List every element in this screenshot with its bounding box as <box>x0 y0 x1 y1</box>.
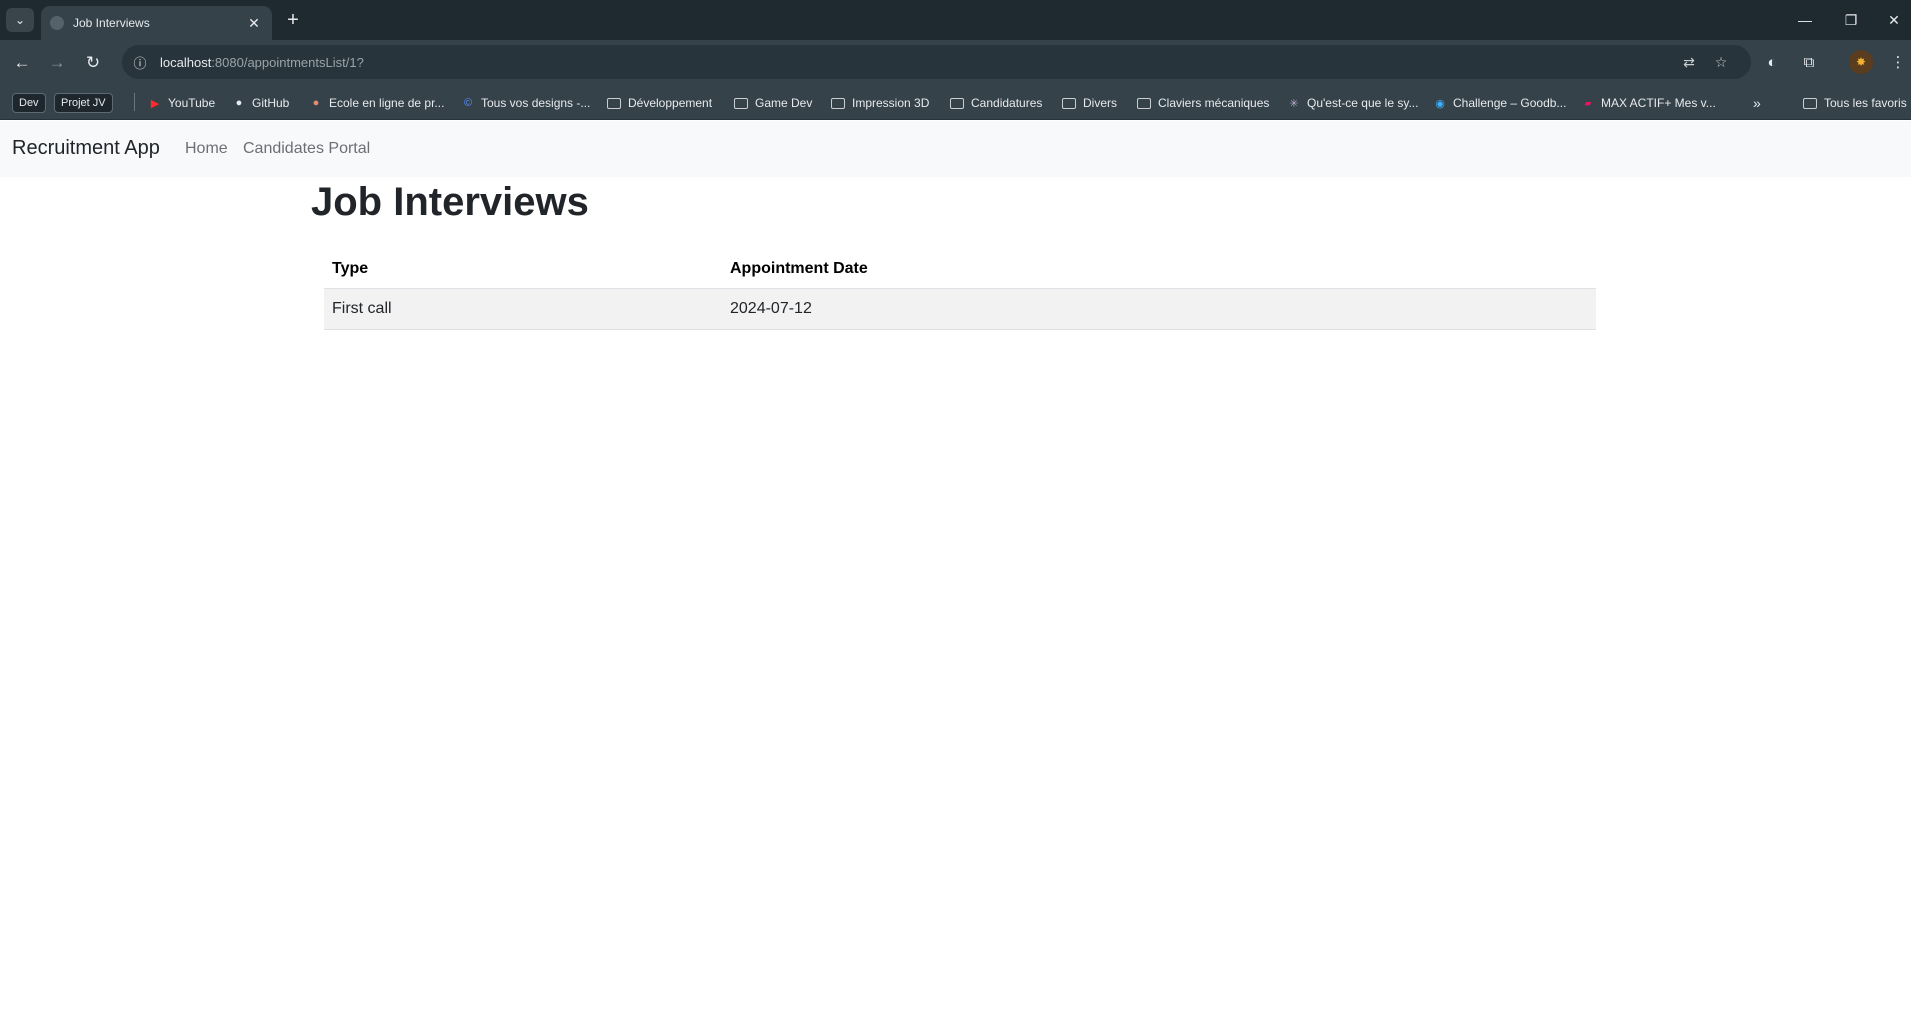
school-icon: ● <box>312 97 320 109</box>
arrow-right-icon: → <box>48 53 66 72</box>
bookmark-label: MAX ACTIF+ Mes v... <box>1601 96 1716 110</box>
bookmark-label: Tous les favoris <box>1824 96 1907 110</box>
bookmark-label: Divers <box>1083 96 1118 110</box>
close-window-button[interactable]: ✕ <box>1874 6 1911 34</box>
url-text[interactable]: localhost:8080/appointmentsList/1? <box>160 55 364 70</box>
bookmark-github[interactable]: ● GitHub <box>232 93 290 113</box>
edge-icon: ◉ <box>1435 97 1445 110</box>
folder-icon <box>1803 97 1817 109</box>
profile-avatar-icon[interactable]: ✸ <box>1849 50 1873 74</box>
github-icon: ● <box>235 97 243 109</box>
folder-icon <box>1137 97 1151 109</box>
extensions-puzzle-icon[interactable]: ⧉ <box>1797 50 1821 74</box>
chevron-down-icon: ⌄ <box>14 13 26 27</box>
bookmark-label: Impression 3D <box>852 96 930 110</box>
cell-type: First call <box>332 300 392 317</box>
bookmark-youtube[interactable]: ▶ YouTube <box>148 93 215 113</box>
bookmark-label: Dev <box>12 93 46 113</box>
bookmark-ecole[interactable]: ● Ecole en ligne de pr... <box>309 93 445 113</box>
browser-toolbar: ← → ↻ ⓘ localhost:8080/appointmentsList/… <box>0 40 1911 85</box>
bookmarks-divider <box>134 93 135 111</box>
new-tab-button[interactable]: + <box>282 9 304 31</box>
bookmark-folder-impression[interactable]: Impression 3D <box>831 93 929 113</box>
bookmark-folder-divers[interactable]: Divers <box>1062 93 1117 113</box>
folder-icon <box>950 97 964 109</box>
bookmark-label: Ecole en ligne de pr... <box>329 96 445 110</box>
folder-icon <box>734 97 748 109</box>
bookmark-max[interactable]: ▰ MAX ACTIF+ Mes v... <box>1581 93 1716 113</box>
bookmark-label: YouTube <box>168 96 216 110</box>
bookmark-quest[interactable]: ✳ Qu'est-ce que le sy... <box>1287 93 1418 113</box>
double-chevron-right-icon: » <box>1753 95 1761 111</box>
url-host: localhost <box>160 54 212 70</box>
bookmark-label: Qu'est-ce que le sy... <box>1307 96 1419 110</box>
address-bar[interactable]: ⓘ localhost:8080/appointmentsList/1? ⇄ ☆ <box>122 45 1751 79</box>
bookmark-designs[interactable]: © Tous vos designs -... <box>461 93 590 113</box>
sparkle-icon: ✳ <box>1289 97 1299 110</box>
restore-icon: ❐ <box>1844 11 1858 28</box>
bookmark-folder-tous-favoris[interactable]: Tous les favoris <box>1803 93 1907 113</box>
tab-strip: ⌄ Job Interviews ✕ + — ❐ ✕ <box>0 0 1911 40</box>
restore-button[interactable]: ❐ <box>1831 6 1871 34</box>
globe-icon <box>50 16 64 30</box>
cell-appointment-date: 2024-07-12 <box>730 300 812 317</box>
nav-link-home[interactable]: Home <box>185 140 228 158</box>
tab-active[interactable]: Job Interviews ✕ <box>41 6 272 40</box>
navbar-brand[interactable]: Recruitment App <box>12 137 160 160</box>
bookmark-challenge[interactable]: ◉ Challenge – Goodb... <box>1433 93 1566 113</box>
bookmarks-bar: Dev Projet JV ▶ YouTube ● GitHub ● Ecole en… <box>0 85 1911 120</box>
menu-kebab-icon[interactable]: ⋮ <box>1886 50 1910 74</box>
youtube-icon: ▶ <box>150 97 160 110</box>
folder-icon <box>607 97 621 109</box>
close-icon: ✕ <box>1888 11 1900 28</box>
nav-link-candidates-portal[interactable]: Candidates Portal <box>243 140 370 158</box>
bookmark-label: Game Dev <box>755 96 813 110</box>
bookmark-label: Projet JV <box>54 93 113 113</box>
table-header-row: Type Appointment Date <box>324 249 1596 289</box>
minimize-button[interactable]: — <box>1785 6 1825 34</box>
bookmark-folder-claviers[interactable]: Claviers mécaniques <box>1137 93 1269 113</box>
bookmark-label: Claviers mécaniques <box>1158 96 1270 110</box>
reload-icon: ↻ <box>85 53 101 72</box>
extension-toggle-icon[interactable]: ◐ <box>1760 50 1784 74</box>
close-icon[interactable]: ✕ <box>244 13 264 33</box>
star-icon[interactable]: ☆ <box>1710 52 1732 72</box>
interviews-table: Type Appointment Date First call 2024-07… <box>324 249 1596 330</box>
app-navbar: Recruitment App Home Candidates Portal <box>0 121 1911 177</box>
bookmark-dev[interactable]: Dev <box>12 93 46 113</box>
bookmark-folder-candidatures[interactable]: Candidatures <box>950 93 1042 113</box>
arrow-left-icon: ← <box>13 53 31 72</box>
minimize-icon: — <box>1798 12 1812 28</box>
column-header-type: Type <box>332 259 369 277</box>
reload-button[interactable]: ↻ <box>80 50 106 76</box>
forward-button[interactable]: → <box>44 50 70 76</box>
plus-icon: + <box>287 8 299 31</box>
folder-icon <box>1062 97 1076 109</box>
bookmark-label: GitHub <box>252 96 290 110</box>
page-title: Job Interviews <box>311 180 589 224</box>
table-row: First call 2024-07-12 <box>324 289 1596 330</box>
bookmark-label: Candidatures <box>971 96 1043 110</box>
tab-title: Job Interviews <box>73 16 150 30</box>
bookmark-folder-game-dev[interactable]: Game Dev <box>734 93 812 113</box>
bookmark-folder-developpement[interactable]: Développement <box>607 93 712 113</box>
bookmark-label: Challenge – Goodb... <box>1453 96 1567 110</box>
bookmark-projet-jv[interactable]: Projet JV <box>54 93 113 113</box>
column-header-appointment-date: Appointment Date <box>730 259 868 277</box>
back-button[interactable]: ← <box>9 50 35 76</box>
canva-icon: © <box>463 97 473 109</box>
translate-icon[interactable]: ⇄ <box>1678 52 1700 72</box>
url-path: :8080/appointmentsList/1? <box>211 54 364 70</box>
bookmarks-overflow-button[interactable]: » <box>1753 93 1761 113</box>
folder-icon <box>831 97 845 109</box>
bookmark-label: Développement <box>628 96 713 110</box>
bookmark-label: Tous vos designs -... <box>481 96 591 110</box>
tab-search-button[interactable]: ⌄ <box>6 8 34 32</box>
site-info-icon[interactable]: ⓘ <box>130 52 150 72</box>
sncf-icon: ▰ <box>1584 97 1592 108</box>
